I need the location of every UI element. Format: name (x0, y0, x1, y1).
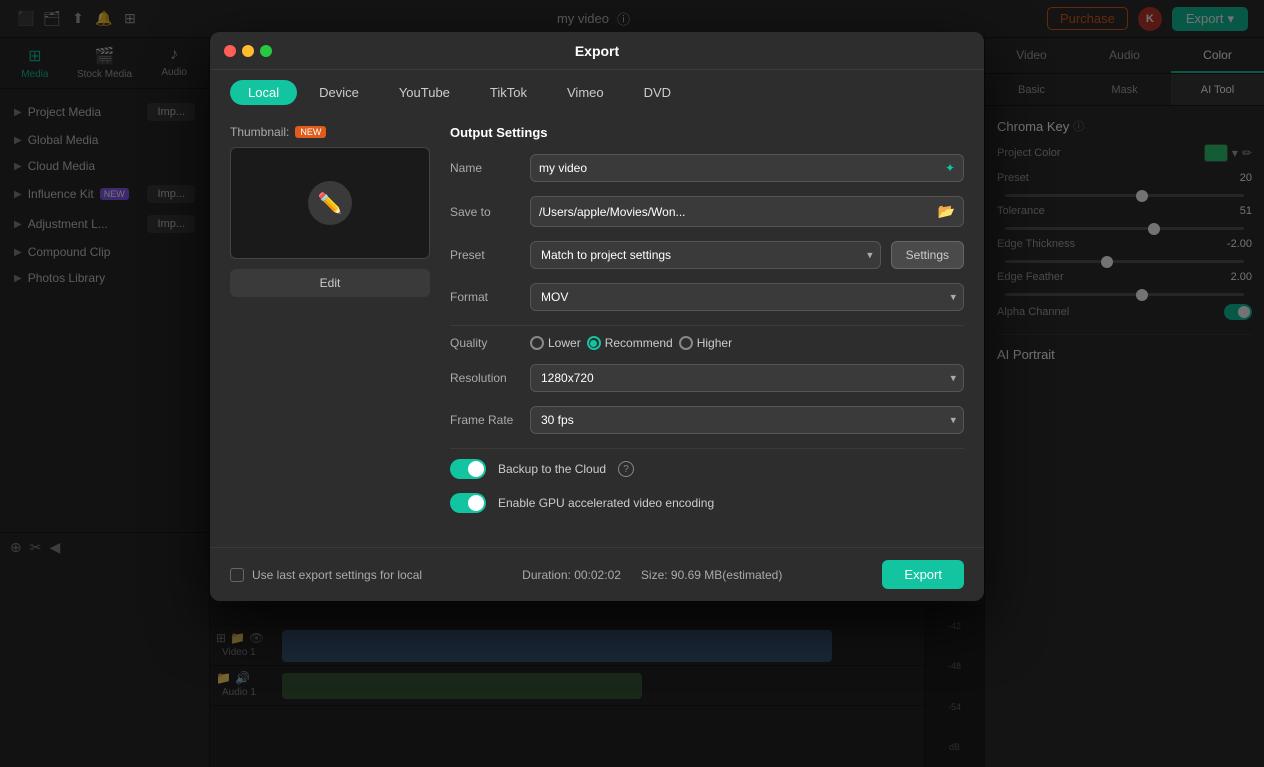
use-last-settings-checkbox[interactable] (230, 568, 244, 582)
quality-recommend[interactable]: Recommend (587, 336, 673, 350)
dialog-tab-local[interactable]: Local (230, 80, 297, 105)
folder-icon[interactable]: 📂 (938, 203, 955, 220)
gpu-row: Enable GPU accelerated video encoding (450, 493, 964, 513)
output-settings-title: Output Settings (450, 125, 964, 140)
name-input-wrapper: ✦ (530, 154, 964, 182)
save-to-label: Save to (450, 205, 520, 219)
quality-label: Quality (450, 336, 520, 350)
dialog-title: Export (575, 43, 619, 59)
format-row: Format MOV MP4 AVI (450, 283, 964, 311)
quality-row: Quality Lower Recommend Higher (450, 336, 964, 350)
dialog-tab-tiktok[interactable]: TikTok (472, 80, 545, 105)
name-label: Name (450, 161, 520, 175)
dialog-body: Thumbnail: NEW ✏️ Edit Output Settings N… (210, 115, 984, 547)
thumbnail-new-badge: NEW (295, 126, 326, 138)
dialog-tab-device[interactable]: Device (301, 80, 377, 105)
resolution-row: Resolution 1280x720 1920x1080 3840x2160 (450, 364, 964, 392)
save-to-input[interactable] (539, 205, 932, 219)
name-input[interactable] (539, 161, 939, 175)
name-row: Name ✦ (450, 154, 964, 182)
backup-row: Backup to the Cloud ? (450, 459, 964, 479)
maximize-button[interactable] (260, 45, 272, 57)
frame-rate-select[interactable]: 30 fps 24 fps 60 fps (530, 406, 964, 434)
format-select[interactable]: MOV MP4 AVI (530, 283, 964, 311)
size-label: Size: 90.69 MB(estimated) (641, 568, 782, 582)
frame-rate-select-wrapper: 30 fps 24 fps 60 fps (530, 406, 964, 434)
dialog-nav: Local Device YouTube TikTok Vimeo DVD (210, 70, 984, 115)
format-select-wrapper: MOV MP4 AVI (530, 283, 964, 311)
dialog-left: Thumbnail: NEW ✏️ Edit (230, 125, 430, 527)
backup-help-icon[interactable]: ? (618, 461, 634, 477)
radio-lower[interactable] (530, 336, 544, 350)
gpu-toggle[interactable] (450, 493, 486, 513)
traffic-lights (224, 45, 272, 57)
radio-recommend[interactable] (587, 336, 601, 350)
thumbnail-pen-icon: ✏️ (308, 181, 352, 225)
backup-label: Backup to the Cloud (498, 462, 606, 476)
divider-2 (450, 448, 964, 449)
save-to-input-wrapper: 📂 (530, 196, 964, 227)
thumbnail-box: ✏️ (230, 147, 430, 259)
thumbnail-label: Thumbnail: NEW (230, 125, 430, 139)
footer-info: Duration: 00:02:02 Size: 90.69 MB(estima… (522, 568, 782, 582)
dialog-footer: Use last export settings for local Durat… (210, 547, 984, 601)
save-to-row: Save to 📂 (450, 196, 964, 227)
export-dialog: Export Local Device YouTube TikTok Vimeo… (210, 32, 984, 601)
divider-1 (450, 325, 964, 326)
dialog-titlebar: Export (210, 32, 984, 70)
ai-icon: ✦ (945, 161, 955, 175)
preset-select[interactable]: Match to project settings Custom (530, 241, 881, 269)
preset-label: Preset (450, 248, 520, 262)
dialog-right: Output Settings Name ✦ Save to 📂 Prese (450, 125, 964, 527)
frame-rate-label: Frame Rate (450, 413, 520, 427)
resolution-label: Resolution (450, 371, 520, 385)
radio-higher[interactable] (679, 336, 693, 350)
dialog-tab-youtube[interactable]: YouTube (381, 80, 468, 105)
edit-thumbnail-btn[interactable]: Edit (230, 269, 430, 297)
checkbox-row: Use last export settings for local (230, 568, 422, 582)
settings-btn[interactable]: Settings (891, 241, 964, 269)
backup-toggle[interactable] (450, 459, 486, 479)
resolution-select[interactable]: 1280x720 1920x1080 3840x2160 (530, 364, 964, 392)
quality-higher[interactable]: Higher (679, 336, 732, 350)
minimize-button[interactable] (242, 45, 254, 57)
dialog-tab-dvd[interactable]: DVD (626, 80, 689, 105)
export-final-btn[interactable]: Export (882, 560, 964, 589)
checkbox-label: Use last export settings for local (252, 568, 422, 582)
dialog-tab-vimeo[interactable]: Vimeo (549, 80, 622, 105)
quality-lower[interactable]: Lower (530, 336, 581, 350)
frame-rate-row: Frame Rate 30 fps 24 fps 60 fps (450, 406, 964, 434)
format-label: Format (450, 290, 520, 304)
close-button[interactable] (224, 45, 236, 57)
preset-row: Preset Match to project settings Custom … (450, 241, 964, 269)
preset-select-wrapper: Match to project settings Custom (530, 241, 881, 269)
gpu-label: Enable GPU accelerated video encoding (498, 496, 714, 510)
resolution-select-wrapper: 1280x720 1920x1080 3840x2160 (530, 364, 964, 392)
duration-label: Duration: 00:02:02 (522, 568, 621, 582)
quality-options: Lower Recommend Higher (530, 336, 732, 350)
radio-dot (590, 340, 597, 347)
